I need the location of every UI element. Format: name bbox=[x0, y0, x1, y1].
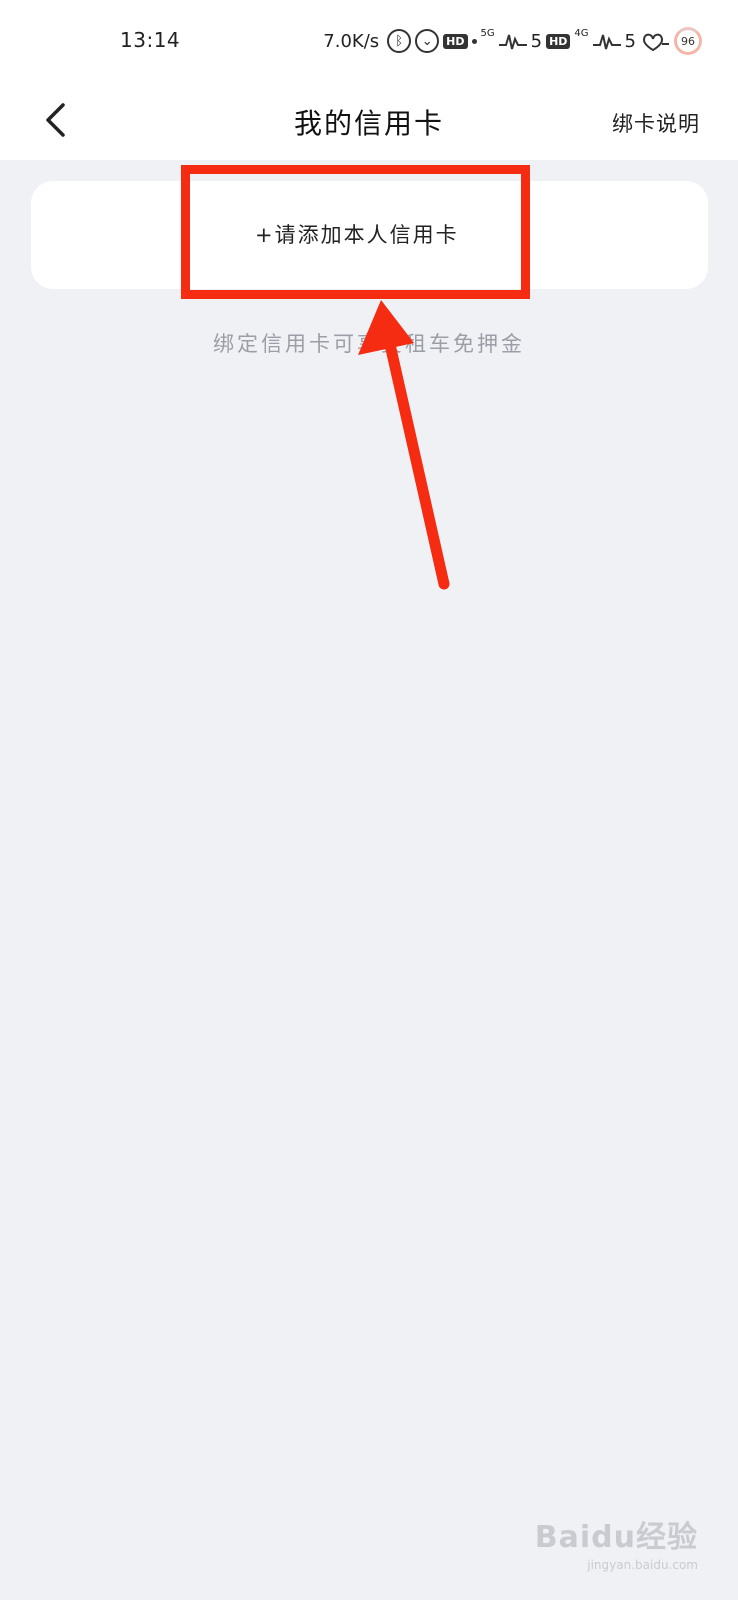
network-speed: 7.0K/s bbox=[323, 30, 380, 52]
heart-icon bbox=[642, 33, 669, 52]
baidu-watermark: Baidu经验 jingyan.baidu.com bbox=[535, 1512, 698, 1572]
network-type-5g: 5G bbox=[480, 28, 495, 39]
nav-bar: 我的信用卡 绑卡说明 bbox=[0, 82, 738, 160]
deposit-free-hint: 绑定信用卡可享受租车免押金 bbox=[213, 332, 525, 356]
battery-indicator: 96 bbox=[674, 27, 702, 55]
signal-wave-icon-2 bbox=[592, 34, 621, 50]
watermark-url: jingyan.baidu.com bbox=[587, 1558, 698, 1572]
signal-level-2: 5 bbox=[624, 30, 636, 52]
add-credit-card-label: +请添加本人信用卡 bbox=[255, 223, 459, 247]
watermark-logo: Baidu经验 bbox=[535, 1512, 698, 1556]
status-bar: 13:14 7.0K/s ᛒ ⌄ HD 5G 5 HD 4G 5 96 bbox=[0, 0, 738, 82]
alarm-icon: ⌄ bbox=[415, 29, 440, 53]
hd-badge-1: HD bbox=[443, 33, 468, 49]
bluetooth-icon: ᛒ bbox=[387, 29, 412, 53]
network-type-4g: 4G bbox=[574, 28, 589, 39]
status-time: 13:14 bbox=[120, 28, 181, 52]
dot-icon bbox=[471, 38, 477, 44]
bind-card-info-link[interactable]: 绑卡说明 bbox=[612, 108, 700, 138]
add-credit-card-button[interactable]: +请添加本人信用卡 bbox=[31, 181, 708, 289]
signal-wave-icon bbox=[498, 34, 527, 50]
hd-badge-2: HD bbox=[546, 33, 571, 49]
watermark-brand: Baidu经验 bbox=[534, 1520, 698, 1555]
signal-level-1: 5 bbox=[530, 30, 543, 52]
status-icons: 7.0K/s ᛒ ⌄ HD 5G 5 HD 4G 5 96 bbox=[323, 26, 702, 56]
